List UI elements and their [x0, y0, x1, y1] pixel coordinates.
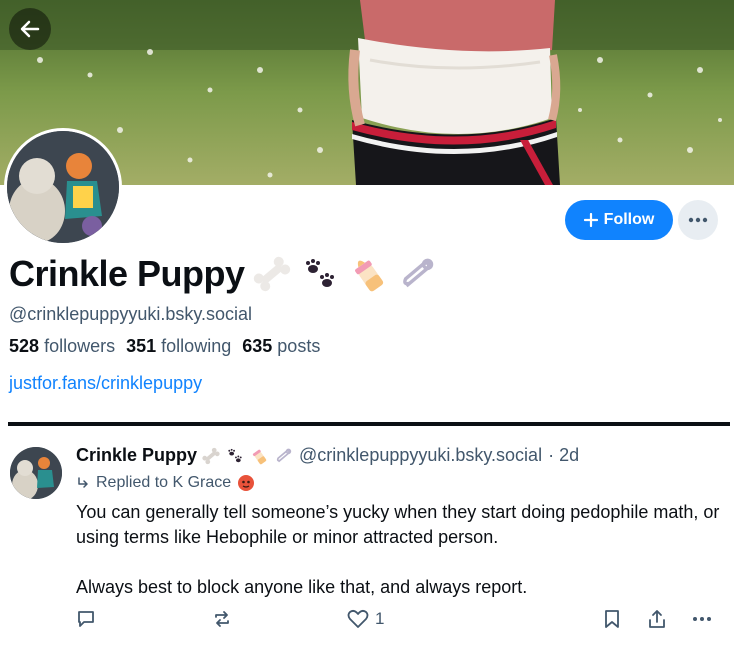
post-author-avatar[interactable] [10, 447, 62, 499]
reply-avatar-icon [238, 475, 255, 491]
following-count: 351 [126, 336, 157, 356]
share-button[interactable] [647, 609, 667, 629]
follow-label: Follow [603, 211, 655, 228]
followers-count: 528 [9, 336, 40, 356]
posts-stat: 635 posts [242, 336, 320, 356]
followers-stat[interactable]: 528 followers [9, 336, 115, 356]
bone-icon [253, 256, 290, 292]
paw-prints-icon [305, 259, 334, 287]
post-author-emojis [201, 446, 293, 466]
back-button[interactable] [9, 8, 51, 50]
plus-icon [583, 213, 598, 227]
baby-bottle-icon [252, 449, 267, 464]
like-button[interactable]: 1 [347, 609, 384, 629]
more-options-button[interactable] [678, 200, 718, 240]
post-header: Crinkle Puppy @crinklepuppyyuki.bsky.soc… [76, 445, 579, 466]
safety-pin-icon [402, 258, 433, 288]
avatar-photo [10, 447, 62, 499]
speech-bubble-icon [78, 611, 94, 627]
posts-label: posts [277, 336, 321, 356]
post-author-handle[interactable]: @crinklepuppyyuki.bsky.social [299, 445, 542, 466]
arrow-left-icon [20, 20, 40, 38]
post-more-button[interactable] [692, 616, 712, 622]
ellipsis-icon [688, 217, 708, 223]
replied-to-label: Replied to K Grace [96, 474, 232, 491]
post-author-name[interactable]: Crinkle Puppy [76, 445, 197, 466]
follow-button[interactable]: Follow [565, 200, 673, 240]
repost-icon [215, 611, 229, 627]
ellipsis-icon [693, 617, 711, 621]
post-paragraph: Always best to block anyone like that, a… [76, 577, 528, 597]
post-time[interactable]: · 2d [548, 445, 579, 466]
post-body: You can generally tell someone’s yucky w… [76, 500, 726, 600]
paw-prints-icon [228, 448, 242, 462]
share-icon [649, 610, 665, 628]
baby-bottle-icon [354, 260, 383, 292]
followers-label: followers [44, 336, 116, 356]
heart-icon [347, 609, 369, 628]
display-name: Crinkle Puppy [9, 253, 245, 294]
bone-icon [202, 447, 220, 464]
profile-avatar[interactable] [4, 128, 122, 246]
name-emojis [251, 253, 437, 295]
profile-handle: @crinklepuppyyuki.bsky.social [9, 304, 253, 324]
following-label: following [161, 336, 232, 356]
like-count: 1 [375, 609, 385, 628]
profile-stats: 528 followers 351 following 635 posts [9, 336, 320, 357]
replied-to[interactable]: Replied to K Grace [76, 474, 255, 492]
avatar-photo [7, 131, 119, 243]
bookmark-button[interactable] [603, 609, 621, 629]
following-stat[interactable]: 351 following [126, 336, 231, 356]
bookmark-icon [605, 610, 619, 628]
display-name-row: Crinkle Puppy [9, 253, 437, 295]
post-paragraph: You can generally tell someone’s yucky w… [76, 502, 720, 547]
posts-count: 635 [242, 336, 273, 356]
reply-button[interactable] [76, 609, 96, 629]
reply-arrow-icon [78, 477, 88, 488]
tab-divider [8, 422, 730, 426]
website-link[interactable]: justfor.fans/crinklepuppy [9, 373, 202, 394]
repost-button[interactable] [212, 609, 232, 629]
post-actions: 1 [0, 609, 734, 635]
safety-pin-icon [276, 448, 292, 462]
